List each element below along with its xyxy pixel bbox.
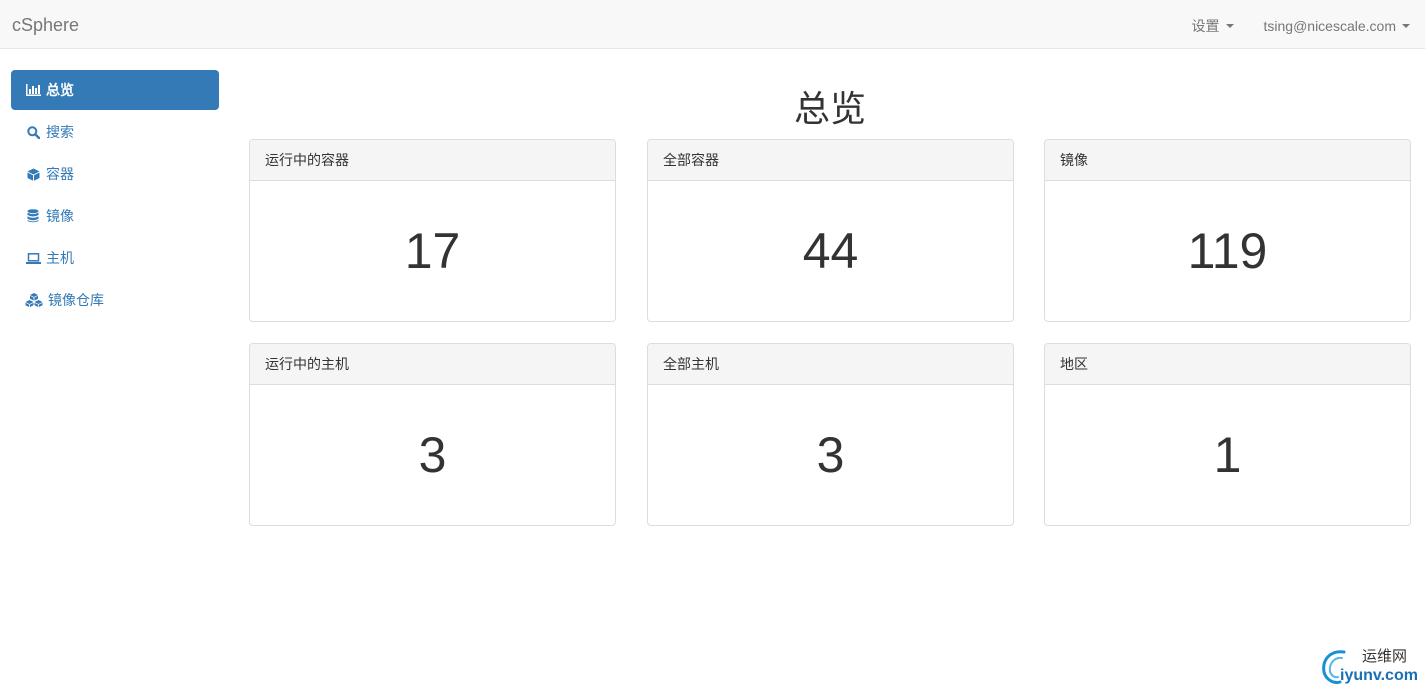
sidebar-item-containers[interactable]: 容器 bbox=[11, 154, 219, 194]
stat-panel-regions: 地区 1 bbox=[1044, 343, 1411, 526]
cube-icon bbox=[25, 167, 41, 181]
user-email: tsing@nicescale.com bbox=[1263, 18, 1397, 34]
panel-value: 3 bbox=[418, 427, 447, 483]
bar-chart-icon bbox=[25, 83, 41, 97]
sidebar-nav: 总览 搜索 容器 镜像 主机 镜像仓库 bbox=[11, 70, 219, 322]
cubes-icon bbox=[25, 293, 43, 307]
sidebar-item-label: 搜索 bbox=[46, 124, 74, 140]
caret-down-icon bbox=[1225, 24, 1234, 28]
stat-panel-running-containers: 运行中的容器 17 bbox=[249, 139, 616, 322]
stat-panel-all-containers: 全部容器 44 bbox=[647, 139, 1014, 322]
watermark-en-text: iyunv.com bbox=[1340, 667, 1418, 684]
watermark-cn-text: 运维网 bbox=[1362, 648, 1408, 665]
sidebar-item-hosts[interactable]: 主机 bbox=[11, 238, 219, 278]
panel-value: 44 bbox=[802, 223, 859, 279]
panel-heading: 全部主机 bbox=[648, 344, 1013, 385]
sidebar-item-label: 主机 bbox=[46, 250, 74, 266]
panel-heading: 全部容器 bbox=[648, 140, 1013, 181]
stat-panel-images: 镜像 119 bbox=[1044, 139, 1411, 322]
watermark: 运维网 iyunv.com bbox=[1320, 646, 1420, 688]
sidebar-item-overview[interactable]: 总览 bbox=[11, 70, 219, 110]
panel-heading: 地区 bbox=[1045, 344, 1410, 385]
sidebar-item-label: 总览 bbox=[46, 82, 74, 98]
stat-panel-running-hosts: 运行中的主机 3 bbox=[249, 343, 616, 526]
sidebar-item-registry[interactable]: 镜像仓库 bbox=[11, 280, 219, 320]
panel-value: 3 bbox=[816, 427, 845, 483]
sidebar-item-images[interactable]: 镜像 bbox=[11, 196, 219, 236]
settings-dropdown[interactable]: 设置 bbox=[1192, 16, 1234, 36]
settings-label: 设置 bbox=[1191, 18, 1220, 34]
panel-value: 119 bbox=[1187, 223, 1268, 279]
search-icon bbox=[25, 125, 41, 139]
page-title: 总览 bbox=[793, 88, 866, 129]
sidebar-item-label: 容器 bbox=[46, 166, 74, 182]
sidebar-item-label: 镜像仓库 bbox=[48, 292, 104, 308]
panel-heading: 镜像 bbox=[1045, 140, 1410, 181]
stat-panel-all-hosts: 全部主机 3 bbox=[647, 343, 1014, 526]
panel-heading: 运行中的主机 bbox=[250, 344, 615, 385]
user-dropdown[interactable]: tsing@nicescale.com bbox=[1263, 16, 1410, 36]
panel-value: 1 bbox=[1213, 427, 1242, 483]
laptop-icon bbox=[25, 251, 41, 265]
brand-logo-link[interactable]: cSphere bbox=[12, 15, 79, 35]
navbar-right: 设置 tsing@nicescale.com bbox=[1192, 16, 1410, 36]
top-navbar: cSphere 设置 tsing@nicescale.com bbox=[0, 0, 1425, 49]
sidebar-item-search[interactable]: 搜索 bbox=[11, 112, 219, 152]
panel-heading: 运行中的容器 bbox=[250, 140, 615, 181]
caret-down-icon bbox=[1402, 24, 1410, 28]
panel-value: 17 bbox=[404, 223, 461, 279]
sidebar-item-label: 镜像 bbox=[46, 208, 74, 224]
database-icon bbox=[25, 209, 41, 223]
